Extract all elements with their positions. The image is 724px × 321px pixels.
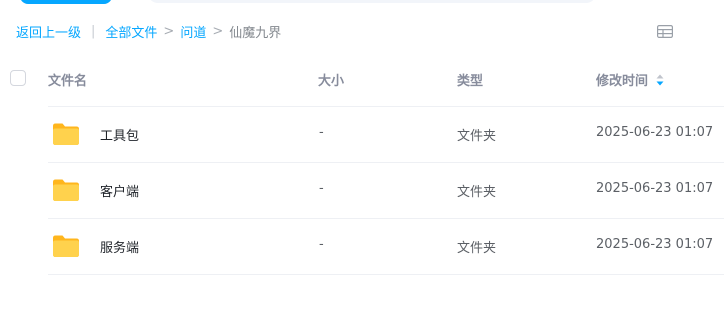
file-name[interactable]: 工具包 [100, 125, 139, 144]
column-header-mtime-label: 修改时间 [596, 74, 649, 89]
breadcrumb-separator: > [163, 23, 175, 39]
breadcrumb-item-wendao[interactable]: 问道 [180, 22, 206, 41]
file-size: - [319, 181, 324, 196]
column-header-mtime[interactable]: 修改时间 [596, 70, 664, 89]
column-header-type[interactable]: 类型 [457, 70, 483, 89]
breadcrumb: 返回上一级 | 全部文件 > 问道 > 仙魔九界 [16, 21, 281, 41]
column-header-name[interactable]: 文件名 [48, 70, 87, 89]
file-name[interactable]: 服务端 [100, 237, 139, 256]
breadcrumb-item-all-files[interactable]: 全部文件 [105, 22, 157, 41]
table-row[interactable]: 工具包 - 文件夹 2025-06-23 01:07 [0, 106, 724, 162]
folder-icon [52, 122, 80, 146]
grid-view-icon[interactable] [656, 23, 674, 39]
file-size: - [319, 125, 324, 140]
folder-icon [52, 178, 80, 202]
column-header-size[interactable]: 大小 [318, 70, 344, 89]
table-row[interactable]: 服务端 - 文件夹 2025-06-23 01:07 [0, 218, 724, 274]
table-row[interactable]: 客户端 - 文件夹 2025-06-23 01:07 [0, 162, 724, 218]
select-all-checkbox[interactable] [10, 70, 26, 86]
breadcrumb-pipe: | [91, 23, 96, 39]
file-type: 文件夹 [457, 241, 497, 256]
file-type: 文件夹 [457, 129, 497, 144]
breadcrumb-separator: > [212, 23, 224, 39]
file-mtime: 2025-06-23 01:07 [596, 181, 714, 196]
table-header: 文件名 大小 类型 修改时间 [0, 56, 724, 102]
upload-button[interactable] [20, 0, 112, 4]
breadcrumb-item-current: 仙魔九界 [229, 25, 282, 41]
top-toolbar-strip [0, 0, 724, 6]
folder-icon [52, 234, 80, 258]
file-name[interactable]: 客户端 [100, 181, 139, 200]
file-type: 文件夹 [457, 185, 497, 200]
file-mtime: 2025-06-23 01:07 [596, 125, 714, 140]
file-size: - [319, 237, 324, 252]
sort-desc-icon[interactable] [656, 74, 664, 86]
search-input[interactable] [148, 0, 596, 3]
file-mtime: 2025-06-23 01:07 [596, 237, 714, 252]
back-link[interactable]: 返回上一级 [16, 22, 81, 41]
row-divider [48, 274, 724, 275]
